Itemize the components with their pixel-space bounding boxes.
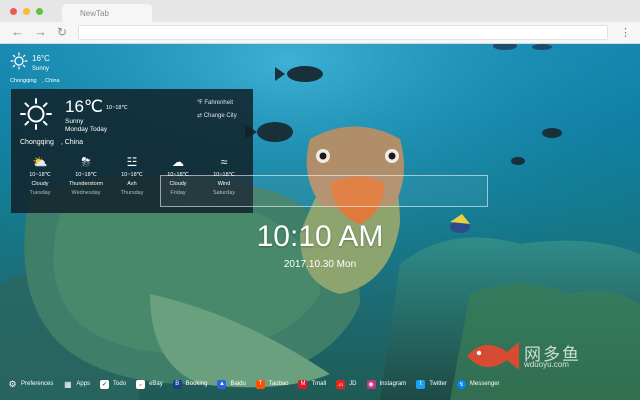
- link-label: Tmall: [311, 381, 327, 387]
- wind-icon: ≈: [220, 155, 228, 169]
- forecast-range: 10~18℃: [29, 172, 51, 178]
- thunderstorm-icon: ⛈: [81, 155, 91, 169]
- twitter-link[interactable]: t Twitter: [416, 379, 447, 389]
- panel-temp-range: 10~18℃: [106, 105, 128, 111]
- reload-icon[interactable]: ↻: [57, 25, 67, 39]
- browser-tab[interactable]: NewTab: [62, 4, 152, 22]
- back-arrow-icon[interactable]: ←: [11, 25, 24, 39]
- cloud-icon: ☁: [172, 155, 184, 169]
- sunny-icon: [10, 52, 28, 70]
- browser-toolbar: ← → ↻ ⋮: [0, 22, 640, 44]
- baidu-link[interactable]: ▲ Baidu: [217, 379, 246, 389]
- search-input[interactable]: [160, 175, 488, 207]
- clock-time: 10:10 AM: [256, 220, 384, 253]
- link-label: eBay: [149, 381, 163, 387]
- forecast-condition: Thunderstorm: [68, 181, 104, 187]
- fahrenheit-toggle[interactable]: ℉ Fahrenheit: [197, 99, 233, 106]
- link-label: Messenger: [469, 381, 500, 387]
- swap-icon: ⇄: [197, 113, 203, 119]
- forecast-condition: Cloudy: [31, 181, 49, 187]
- panel-day: Monday Today: [65, 126, 108, 133]
- messenger-link[interactable]: ↯ Messenger: [456, 379, 500, 389]
- link-label: Taobao: [268, 381, 289, 387]
- forecast-condition: Ash: [127, 181, 137, 187]
- fahrenheit-label: Fahrenheit: [204, 100, 234, 106]
- forecast-day: ☳ 10~18℃ Ash Thursday: [109, 153, 155, 198]
- todo-link[interactable]: ✓ Todo: [100, 379, 127, 389]
- link-label: Twitter: [429, 381, 447, 387]
- close-window-icon[interactable]: [10, 8, 17, 15]
- cloud-sun-icon: ⛅: [32, 155, 48, 169]
- minimize-window-icon[interactable]: [23, 8, 30, 15]
- link-label: Instagram: [379, 381, 407, 387]
- forecast-weekday: Thursday: [120, 190, 144, 196]
- booking-link[interactable]: B Booking: [172, 379, 208, 389]
- ash-icon: ☳: [126, 155, 138, 169]
- taobao-link[interactable]: T Taobao: [255, 379, 289, 389]
- link-label: JD: [349, 381, 357, 387]
- gear-icon: ⚙: [8, 378, 17, 389]
- bottom-bar: ⚙ Preferences ▦ Apps ✓ Todo e eBay B Boo…: [8, 377, 510, 391]
- tmall-link[interactable]: M Tmall: [298, 379, 327, 389]
- preferences-link[interactable]: ⚙ Preferences: [8, 378, 54, 389]
- twitter-icon: t: [416, 379, 426, 389]
- tab-title: NewTab: [80, 9, 109, 18]
- menu-icon[interactable]: ⋮: [620, 26, 631, 39]
- change-city-label: Change City: [203, 113, 237, 119]
- watermark-url: wduoyu.com: [524, 360, 569, 369]
- forward-arrow-icon[interactable]: →: [34, 25, 47, 39]
- panel-location: Chongqing , China: [20, 139, 84, 146]
- window-controls: [10, 8, 43, 15]
- checkbox-icon: ✓: [100, 379, 110, 389]
- link-label: Apps: [76, 381, 91, 387]
- forecast-range: 10~18℃: [121, 172, 143, 178]
- link-label: Booking: [185, 381, 208, 387]
- change-city-button[interactable]: ⇄ Change City: [197, 112, 237, 119]
- forecast-day: ⛈ 10~18℃ Thunderstorm Wednesday: [63, 153, 109, 198]
- apps-link[interactable]: ▦ Apps: [63, 380, 90, 389]
- panel-temperature: 16℃: [65, 97, 104, 116]
- forecast-weekday: Wednesday: [71, 190, 101, 196]
- address-bar[interactable]: [78, 25, 608, 40]
- forecast-weekday: Tuesday: [29, 190, 51, 196]
- tab-bar: NewTab: [0, 0, 640, 22]
- sunny-icon: [20, 98, 52, 130]
- maximize-window-icon[interactable]: [36, 8, 43, 15]
- link-label: Preferences: [21, 381, 54, 387]
- ebay-icon: e: [136, 379, 146, 389]
- tmall-icon: M: [298, 379, 308, 389]
- ebay-link[interactable]: e eBay: [136, 379, 163, 389]
- forecast-day: ⛅ 10~18℃ Cloudy Tuesday: [17, 153, 63, 198]
- baidu-icon: ▲: [217, 379, 227, 389]
- messenger-icon: ↯: [456, 379, 466, 389]
- instagram-icon: ◉: [366, 379, 376, 389]
- jd-link[interactable]: JD JD: [336, 379, 357, 389]
- instagram-link[interactable]: ◉ Instagram: [366, 379, 407, 389]
- link-label: Baidu: [230, 381, 246, 387]
- mini-location: Chongqing , China: [10, 78, 60, 84]
- taobao-icon: T: [255, 379, 265, 389]
- clock-date: 2017.10.30 Mon: [283, 259, 357, 270]
- grid-icon: ▦: [64, 379, 72, 389]
- booking-icon: B: [172, 379, 182, 389]
- link-label: Todo: [113, 381, 127, 387]
- panel-condition: Sunny: [65, 118, 84, 125]
- mini-temperature: 16°C: [32, 54, 50, 63]
- jd-icon: JD: [336, 379, 346, 389]
- fahrenheit-icon: ℉: [197, 100, 203, 106]
- mini-condition: Sunny: [32, 66, 50, 72]
- forecast-range: 10~18℃: [75, 172, 97, 178]
